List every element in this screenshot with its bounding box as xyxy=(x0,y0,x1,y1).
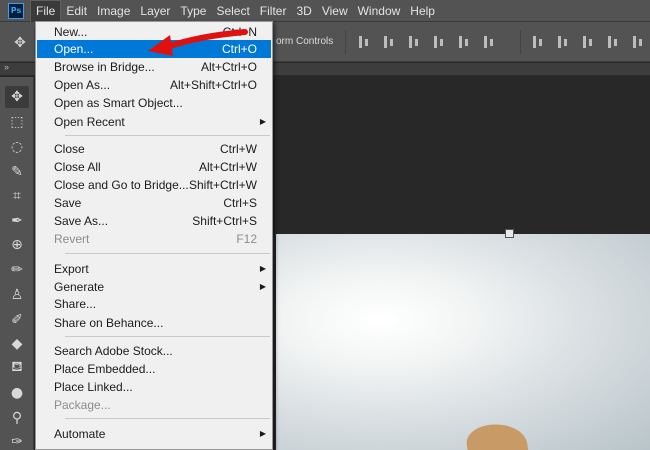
distribute-bottom-icon[interactable] xyxy=(580,34,596,50)
healing-brush-icon[interactable]: ⊕ xyxy=(5,234,29,256)
pen-icon[interactable]: ✑ xyxy=(5,431,29,450)
menu-item-revert: Revert F12 xyxy=(54,232,257,246)
show-transform-controls-label[interactable]: orm Controls xyxy=(276,36,333,47)
menu-window[interactable]: Window xyxy=(353,0,406,22)
distribute-top-icon[interactable] xyxy=(530,34,546,50)
expand-panel-icon[interactable]: » xyxy=(4,62,9,72)
quick-select-icon[interactable]: ✎ xyxy=(5,161,29,183)
menu-item-save-as[interactable]: Save As... Shift+Ctrl+S xyxy=(37,212,271,230)
align-buttons-group xyxy=(356,34,506,50)
menu-item-automate[interactable]: Automate ▶ xyxy=(37,425,271,443)
menu-item-open-recent[interactable]: Open Recent ▶ xyxy=(37,113,271,131)
menu-separator xyxy=(65,135,270,136)
submenu-arrow-icon: ▶ xyxy=(259,429,266,438)
align-top-icon[interactable] xyxy=(356,34,372,50)
submenu-arrow-icon: ▶ xyxy=(259,264,266,273)
distribute-buttons-group xyxy=(530,34,650,50)
menu-bar: Ps File Edit Image Layer Type Select Fil… xyxy=(0,0,650,22)
menu-item-close[interactable]: Close Ctrl+W xyxy=(37,140,271,158)
eraser-icon[interactable]: ◆ xyxy=(5,333,29,355)
menu-image[interactable]: Image xyxy=(92,0,135,22)
marquee-icon[interactable]: ⬚ xyxy=(5,111,29,133)
menu-layer[interactable]: Layer xyxy=(135,0,175,22)
menu-item-save[interactable]: Save Ctrl+S xyxy=(37,194,271,212)
transform-handle[interactable] xyxy=(505,229,514,238)
document-image[interactable] xyxy=(276,234,650,450)
eyedropper-icon[interactable]: ✒ xyxy=(5,210,29,232)
menu-item-package: Package... xyxy=(54,398,111,412)
menu-item-close-all[interactable]: Close All Alt+Ctrl+W xyxy=(37,158,271,176)
crop-icon[interactable]: ⌗ xyxy=(5,185,29,207)
align-bottom-icon[interactable] xyxy=(406,34,422,50)
menu-item-place-embedded[interactable]: Place Embedded... xyxy=(37,360,271,378)
menu-item-browse-in-bridge[interactable]: Browse in Bridge... Alt+Ctrl+O xyxy=(37,58,271,76)
brush-icon[interactable]: ✏ xyxy=(5,259,29,281)
lasso-icon[interactable]: ◌ xyxy=(5,136,29,158)
menu-type[interactable]: Type xyxy=(175,0,211,22)
menu-separator xyxy=(65,253,270,254)
menu-item-place-linked[interactable]: Place Linked... xyxy=(37,378,271,396)
menu-item-generate[interactable]: Generate ▶ xyxy=(37,278,271,296)
history-brush-icon[interactable]: ✐ xyxy=(5,309,29,331)
paint-bucket-icon[interactable]: ⛾ xyxy=(5,357,29,379)
divider xyxy=(345,30,346,54)
clone-stamp-icon[interactable]: ♙ xyxy=(5,284,29,306)
submenu-arrow-icon: ▶ xyxy=(259,117,266,126)
menu-item-open-as-smart-object[interactable]: Open as Smart Object... xyxy=(37,94,271,112)
menu-file[interactable]: File xyxy=(30,0,62,22)
red-pointer-arrow-icon xyxy=(148,29,248,56)
dodge-icon[interactable]: ⚲ xyxy=(5,407,29,429)
menu-item-search-adobe-stock[interactable]: Search Adobe Stock... xyxy=(37,342,271,360)
move-icon[interactable]: ✥ xyxy=(5,86,29,108)
menu-filter[interactable]: Filter xyxy=(255,0,292,22)
menu-item-open-as[interactable]: Open As... Alt+Shift+Ctrl+O xyxy=(37,76,271,94)
photoshop-logo-icon: Ps xyxy=(8,2,24,19)
align-left-icon[interactable] xyxy=(431,34,447,50)
align-horizontal-center-icon[interactable] xyxy=(456,34,472,50)
file-menu-dropdown: New... Ctrl+N Open... Ctrl+O Browse in Bri… xyxy=(35,21,273,450)
menu-select[interactable]: Select xyxy=(211,0,254,22)
align-right-icon[interactable] xyxy=(481,34,497,50)
move-icon[interactable]: ✥ xyxy=(12,34,28,50)
menu-edit[interactable]: Edit xyxy=(61,0,92,22)
submenu-arrow-icon: ▶ xyxy=(259,282,266,291)
distribute-left-icon[interactable] xyxy=(605,34,621,50)
menu-view[interactable]: View xyxy=(317,0,353,22)
tools-panel: ✥ ⬚ ◌ ✎ ⌗ ✒ ⊕ ✏ ♙ ✐ ◆ ⛾ ● ⚲ ✑ xyxy=(0,77,34,450)
menu-item-close-and-go-to-bridge[interactable]: Close and Go to Bridge... Shift+Ctrl+W xyxy=(37,176,271,194)
align-vertical-center-icon[interactable] xyxy=(381,34,397,50)
menu-item-share-on-behance[interactable]: Share on Behance... xyxy=(37,314,271,332)
menu-separator xyxy=(65,336,270,337)
blur-icon[interactable]: ● xyxy=(5,382,29,404)
menu-item-export[interactable]: Export ▶ xyxy=(37,260,271,278)
menu-item-share[interactable]: Share... xyxy=(37,295,271,313)
divider xyxy=(520,30,521,54)
menu-separator xyxy=(65,418,270,419)
distribute-horizontal-center-icon[interactable] xyxy=(630,34,646,50)
menu-help[interactable]: Help xyxy=(405,0,440,22)
menu-3d[interactable]: 3D xyxy=(291,0,316,22)
distribute-vertical-center-icon[interactable] xyxy=(555,34,571,50)
